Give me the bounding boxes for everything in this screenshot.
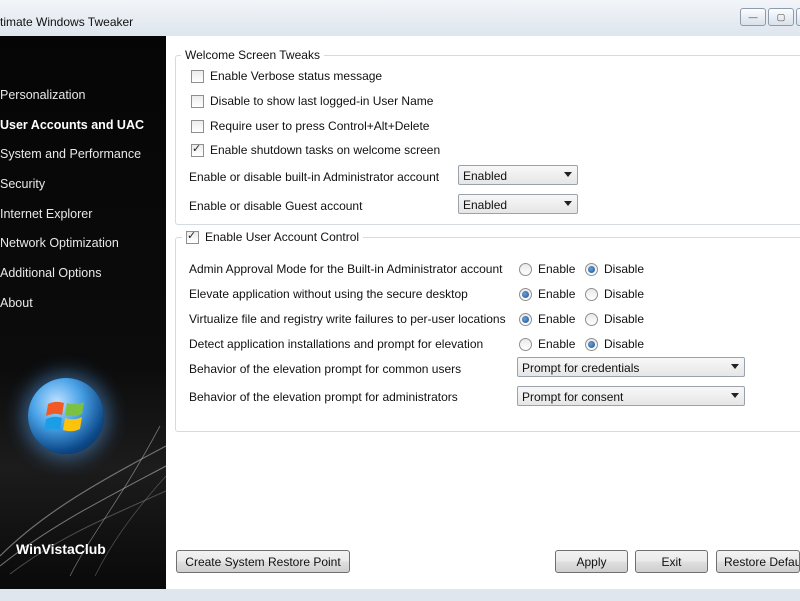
close-button[interactable]: ✕ bbox=[796, 8, 800, 26]
virtualize-enable-radio[interactable] bbox=[519, 312, 532, 326]
virtualize-enable-option[interactable]: Enable bbox=[519, 312, 575, 326]
guest-account-value: Enabled bbox=[463, 198, 508, 212]
admins-prompt-label: Behavior of the elevation prompt for adm… bbox=[189, 390, 458, 404]
shutdown-tasks-checkbox[interactable] bbox=[191, 142, 204, 157]
sidebar-item-network-optimization[interactable]: Network Optimization bbox=[0, 236, 119, 250]
ctrl-alt-del-checkbox[interactable] bbox=[191, 119, 204, 133]
admin-approval-disable-radio[interactable] bbox=[585, 262, 598, 276]
sidebar-item-additional-options[interactable]: Additional Options bbox=[0, 266, 101, 280]
create-restore-point-button[interactable]: Create System Restore Point bbox=[176, 550, 350, 573]
ctrl-alt-del-label: Require user to press Control+Alt+Delete bbox=[210, 119, 430, 133]
sidebar: Personalization User Accounts and UAC Sy… bbox=[0, 36, 166, 589]
sidebar-item-about[interactable]: About bbox=[0, 296, 33, 310]
secure-desktop-enable-option[interactable]: Enable bbox=[519, 287, 575, 301]
detect-install-enable-radio[interactable] bbox=[519, 337, 532, 351]
apply-button[interactable]: Apply bbox=[555, 550, 628, 573]
verbose-status-checkbox[interactable] bbox=[191, 69, 204, 83]
ctrl-alt-del-option[interactable]: Require user to press Control+Alt+Delete bbox=[191, 119, 429, 133]
enable-label: Enable bbox=[538, 287, 576, 301]
admins-prompt-dropdown[interactable]: Prompt for consent bbox=[517, 386, 745, 406]
window-controls: — ▢ ✕ bbox=[740, 8, 800, 26]
virtualize-disable-option[interactable]: Disable bbox=[585, 312, 644, 326]
brand-label: WinVistaClub bbox=[16, 541, 106, 557]
admin-account-label: Enable or disable built-in Administrator… bbox=[189, 170, 440, 184]
admin-approval-disable-option[interactable]: Disable bbox=[585, 262, 644, 276]
detect-install-enable-option[interactable]: Enable bbox=[519, 337, 575, 351]
virtualize-label: Virtualize file and registry write failu… bbox=[189, 312, 506, 326]
common-users-prompt-dropdown[interactable]: Prompt for credentials bbox=[517, 357, 745, 377]
uac-enable-checkbox[interactable] bbox=[186, 229, 199, 244]
admin-approval-enable-radio[interactable] bbox=[519, 262, 532, 276]
chevron-down-icon bbox=[731, 364, 739, 369]
minimize-button[interactable]: — bbox=[740, 8, 766, 26]
verbose-status-label: Enable Verbose status message bbox=[210, 69, 383, 83]
enable-label: Enable bbox=[538, 262, 576, 276]
main-content: Welcome Screen Tweaks Enable Verbose sta… bbox=[166, 36, 800, 536]
maximize-button[interactable]: ▢ bbox=[768, 8, 794, 26]
exit-button[interactable]: Exit bbox=[635, 550, 708, 573]
admin-account-value: Enabled bbox=[463, 169, 508, 183]
uac-legend: Enable User Account Control bbox=[205, 230, 360, 244]
enable-label: Enable bbox=[538, 337, 576, 351]
disable-label: Disable bbox=[604, 287, 645, 301]
guest-account-dropdown[interactable]: Enabled bbox=[458, 194, 578, 214]
sidebar-item-security[interactable]: Security bbox=[0, 177, 45, 191]
common-users-prompt-value: Prompt for credentials bbox=[522, 361, 640, 375]
admins-prompt-value: Prompt for consent bbox=[522, 390, 624, 404]
hide-last-user-label: Disable to show last logged-in User Name bbox=[210, 94, 434, 108]
secure-desktop-label: Elevate application without using the se… bbox=[189, 287, 468, 301]
title-bar: timate Windows Tweaker — ▢ ✕ bbox=[0, 0, 800, 34]
button-bar: Create System Restore Point Apply Exit R… bbox=[166, 536, 800, 589]
windows-logo-icon bbox=[28, 378, 104, 454]
admin-account-dropdown[interactable]: Enabled bbox=[458, 165, 578, 185]
common-users-prompt-label: Behavior of the elevation prompt for com… bbox=[189, 362, 462, 376]
hide-last-user-option[interactable]: Disable to show last logged-in User Name bbox=[191, 94, 433, 108]
uac-enable-option[interactable]: Enable User Account Control bbox=[182, 229, 364, 244]
disable-label: Disable bbox=[604, 312, 645, 326]
admin-approval-enable-option[interactable]: Enable bbox=[519, 262, 575, 276]
sidebar-item-system-performance[interactable]: System and Performance bbox=[0, 147, 141, 161]
virtualize-disable-radio[interactable] bbox=[585, 312, 598, 326]
disable-label: Disable bbox=[604, 337, 645, 351]
restore-defaults-button[interactable]: Restore Defaul bbox=[716, 550, 800, 573]
sidebar-item-internet-explorer[interactable]: Internet Explorer bbox=[0, 207, 92, 221]
enable-label: Enable bbox=[538, 312, 576, 326]
detect-install-disable-option[interactable]: Disable bbox=[585, 337, 644, 351]
secure-desktop-disable-option[interactable]: Disable bbox=[585, 287, 644, 301]
detect-install-label: Detect application installations and pro… bbox=[189, 337, 484, 351]
chevron-down-icon bbox=[731, 393, 739, 398]
shutdown-tasks-label: Enable shutdown tasks on welcome screen bbox=[210, 143, 441, 157]
window-title: timate Windows Tweaker bbox=[0, 15, 134, 29]
chevron-down-icon bbox=[564, 201, 572, 206]
secure-desktop-enable-radio[interactable] bbox=[519, 287, 532, 301]
hide-last-user-checkbox[interactable] bbox=[191, 94, 204, 108]
shutdown-tasks-option[interactable]: Enable shutdown tasks on welcome screen bbox=[191, 142, 441, 157]
sidebar-item-user-accounts[interactable]: User Accounts and UAC bbox=[0, 118, 144, 132]
verbose-status-option[interactable]: Enable Verbose status message bbox=[191, 69, 382, 83]
welcome-legend: Welcome Screen Tweaks bbox=[181, 48, 324, 62]
guest-account-label: Enable or disable Guest account bbox=[189, 199, 363, 213]
detect-install-disable-radio[interactable] bbox=[585, 337, 598, 351]
disable-label: Disable bbox=[604, 262, 645, 276]
secure-desktop-disable-radio[interactable] bbox=[585, 287, 598, 301]
chevron-down-icon bbox=[564, 172, 572, 177]
admin-approval-label: Admin Approval Mode for the Built-in Adm… bbox=[189, 262, 503, 276]
sidebar-item-personalization[interactable]: Personalization bbox=[0, 88, 85, 102]
